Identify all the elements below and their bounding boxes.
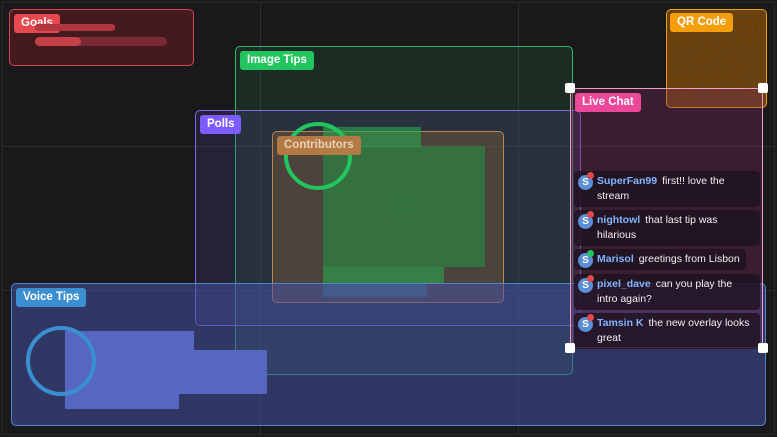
chat-message: S nightowl that last tip was hilarious	[574, 210, 760, 246]
goal-progress-fill	[35, 37, 81, 46]
chat-message: S SuperFan99 first!! love the stream	[574, 171, 760, 207]
chat-message: S Marisol greetings from Lisbon	[574, 249, 746, 270]
goals-widget[interactable]: Goals	[9, 9, 194, 66]
chat-username: nightowl	[597, 214, 641, 226]
badge-dot-icon	[587, 211, 594, 218]
live-chat-widget[interactable]: Live Chat S SuperFan99 first!! love the s…	[570, 88, 763, 349]
goal-bar-track	[35, 24, 115, 31]
chat-username: SuperFan99	[597, 175, 658, 187]
chat-username: Tamsin K	[597, 317, 644, 329]
voice-tips-label: Voice Tips	[16, 288, 87, 307]
polls-label: Polls	[200, 115, 242, 134]
badge-dot-icon	[587, 314, 594, 321]
avatar-ring-icon	[284, 122, 352, 190]
voice-tip-bar	[65, 394, 179, 409]
chat-message: S Tamsin Kthe new overlay looks great	[574, 313, 760, 349]
resize-handle-top-left[interactable]	[565, 83, 575, 93]
chat-username: Marisol	[597, 253, 634, 265]
badge-dot-icon	[587, 172, 594, 179]
chat-username: pixel_dave	[597, 278, 651, 290]
badge-dot-icon	[587, 275, 594, 282]
resize-handle-bottom-right[interactable]	[758, 343, 768, 353]
live-chat-label: Live Chat	[575, 93, 641, 112]
qr-code-label: QR Code	[670, 13, 734, 32]
badge-dot-icon	[587, 250, 594, 257]
chat-message: S pixel_dave can you play the intro again…	[574, 274, 760, 310]
image-tips-label: Image Tips	[240, 51, 314, 70]
contributors-label: Contributors	[277, 136, 361, 155]
image-tip-caption-bar	[323, 267, 444, 283]
image-placeholder-icon	[394, 198, 412, 210]
resize-handle-top-right[interactable]	[758, 83, 768, 93]
contributors-widget[interactable]: Contributors	[272, 122, 504, 303]
avatar-ring-icon	[26, 326, 96, 396]
chat-text: greetings from Lisbon	[638, 253, 740, 265]
resize-handle-bottom-left[interactable]	[565, 343, 575, 353]
